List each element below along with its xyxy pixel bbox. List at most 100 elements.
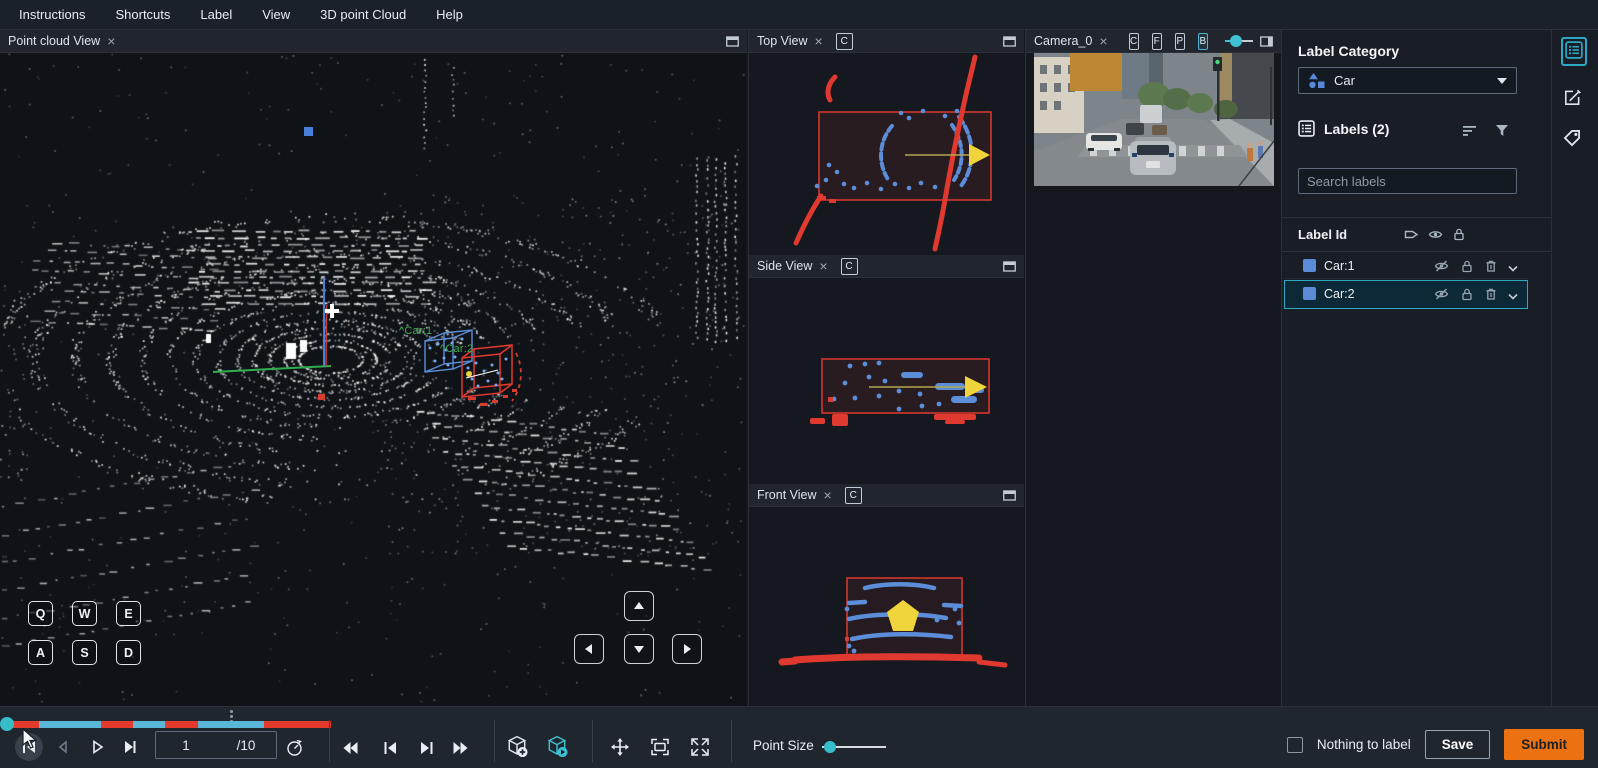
skip-to-start-button[interactable] [15, 733, 43, 761]
point-size-handle[interactable] [824, 741, 836, 753]
sort-icon[interactable] [1462, 124, 1478, 141]
key-s-button[interactable]: S [72, 640, 97, 665]
label-row-car1[interactable]: Car:1 [1284, 252, 1528, 279]
car2-expand-chevron-icon[interactable] [1507, 289, 1519, 304]
label-category-dropdown[interactable]: Car [1298, 67, 1517, 94]
camera-mode-f-button[interactable]: F [1152, 33, 1162, 50]
point-size-slider[interactable] [822, 740, 886, 754]
front-view-window-icon[interactable] [1003, 490, 1016, 501]
timeline-segment[interactable] [264, 721, 331, 728]
menu-label[interactable]: Label [185, 7, 247, 22]
top-view-close-icon[interactable]: × [815, 35, 823, 47]
chevron-down-icon [1497, 78, 1507, 84]
search-labels-input[interactable] [1298, 168, 1517, 194]
pan-down-button[interactable] [624, 634, 654, 664]
camera-window-icon[interactable] [1260, 36, 1273, 47]
playback-speed-button[interactable] [280, 733, 308, 761]
car2-label-id: Car:2 [1324, 287, 1355, 301]
top-view-panel: Top View × C [748, 30, 1024, 255]
key-w-button[interactable]: W [72, 601, 97, 626]
fit-to-view-button[interactable] [646, 733, 674, 761]
nothing-to-label-checkbox[interactable] [1287, 737, 1303, 753]
camera-opacity-slider[interactable] [1225, 34, 1253, 48]
top-view-viewport[interactable] [749, 53, 1024, 255]
fast-forward-button[interactable] [446, 734, 474, 762]
rewind-button[interactable] [336, 734, 364, 762]
car1-label-id: Car:1 [1324, 259, 1355, 273]
move-tool-button[interactable] [606, 733, 634, 761]
labels-section-heading-row: Labels (2) [1298, 120, 1389, 137]
pan-left-button[interactable] [574, 634, 604, 664]
lock-column-icon[interactable] [1452, 227, 1466, 244]
car2-hide-icon[interactable] [1434, 287, 1449, 304]
car1-expand-chevron-icon[interactable] [1507, 261, 1519, 276]
fullscreen-button[interactable] [686, 733, 714, 761]
camera-mode-b-button[interactable]: B [1198, 33, 1208, 50]
menu-help[interactable]: Help [421, 7, 478, 22]
label-row-car2[interactable]: Car:2 [1284, 280, 1528, 309]
labels-panel-tab[interactable] [1561, 37, 1587, 66]
timeline-segment[interactable] [198, 721, 264, 728]
auto-fit-cuboid-button[interactable] [543, 732, 571, 760]
add-cuboid-button[interactable] [503, 732, 531, 760]
play-button[interactable] [83, 733, 111, 761]
camera-slider-handle[interactable] [1230, 35, 1242, 47]
save-button[interactable]: Save [1425, 730, 1491, 759]
front-view-viewport[interactable] [749, 507, 1024, 706]
side-view-close-icon[interactable]: × [819, 260, 827, 272]
timeline-segment[interactable] [12, 721, 39, 728]
current-frame[interactable]: 1 [156, 738, 216, 753]
menu-shortcuts[interactable]: Shortcuts [100, 7, 185, 22]
front-view-close-icon[interactable]: × [824, 489, 832, 501]
next-frame-button[interactable] [116, 733, 144, 761]
timeline-segment[interactable] [165, 721, 198, 728]
camera-mode-p-button[interactable]: P [1175, 33, 1185, 50]
previous-icon [55, 739, 71, 755]
key-q-button[interactable]: Q [28, 601, 53, 626]
side-view-viewport[interactable] [749, 278, 1024, 484]
pan-right-button[interactable] [672, 634, 702, 664]
top-view-camera-toggle[interactable]: C [836, 33, 853, 50]
car1-lock-icon[interactable] [1460, 259, 1474, 276]
point-cloud-close-icon[interactable]: × [107, 35, 115, 47]
frame-timeline[interactable] [2, 721, 330, 728]
car1-hide-icon[interactable] [1434, 259, 1449, 276]
point-cloud-viewport[interactable]: ^Car:1 ^Car:2 Q W E A S D [0, 53, 746, 707]
frame-counter[interactable]: 1 /10 [155, 731, 277, 759]
edit-panel-tab[interactable] [1563, 88, 1582, 110]
last-frame-button[interactable] [412, 734, 440, 762]
key-e-button[interactable]: E [116, 601, 141, 626]
camera-close-icon[interactable]: × [1099, 35, 1107, 47]
car-2-anchor-dot [466, 371, 472, 377]
pan-up-button[interactable] [624, 591, 654, 621]
previous-frame-button[interactable] [49, 733, 77, 761]
first-frame-button[interactable] [377, 734, 405, 762]
filter-icon[interactable] [1495, 124, 1509, 140]
rewind-icon [342, 740, 359, 756]
timeline-handle[interactable] [0, 717, 14, 731]
tag-column-icon[interactable] [1404, 228, 1419, 244]
front-view-camera-toggle[interactable]: C [845, 487, 862, 504]
camera-image[interactable] [1034, 53, 1274, 186]
point-cloud-window-icon[interactable] [726, 36, 739, 47]
eye-column-icon[interactable] [1428, 228, 1443, 244]
car1-delete-icon[interactable] [1484, 259, 1498, 276]
timeline-segment[interactable] [101, 721, 133, 728]
tags-panel-tab[interactable] [1563, 129, 1581, 150]
timeline-segment[interactable] [133, 721, 165, 728]
top-view-title: Top View [757, 34, 808, 48]
menu-view[interactable]: View [247, 7, 305, 22]
menu-3d-point-cloud[interactable]: 3D point Cloud [305, 7, 421, 22]
timeline-segment[interactable] [39, 721, 101, 728]
side-view-window-icon[interactable] [1003, 261, 1016, 272]
key-d-button[interactable]: D [116, 640, 141, 665]
car2-delete-icon[interactable] [1484, 287, 1498, 304]
menu-instructions[interactable]: Instructions [4, 7, 100, 22]
car2-lock-icon[interactable] [1460, 287, 1474, 304]
top-view-window-icon[interactable] [1003, 36, 1016, 47]
key-a-button[interactable]: A [28, 640, 53, 665]
labels-section-heading: Labels (2) [1324, 121, 1389, 137]
camera-mode-c-button[interactable]: C [1129, 33, 1139, 50]
side-view-camera-toggle[interactable]: C [841, 258, 858, 275]
submit-button[interactable]: Submit [1504, 729, 1584, 760]
